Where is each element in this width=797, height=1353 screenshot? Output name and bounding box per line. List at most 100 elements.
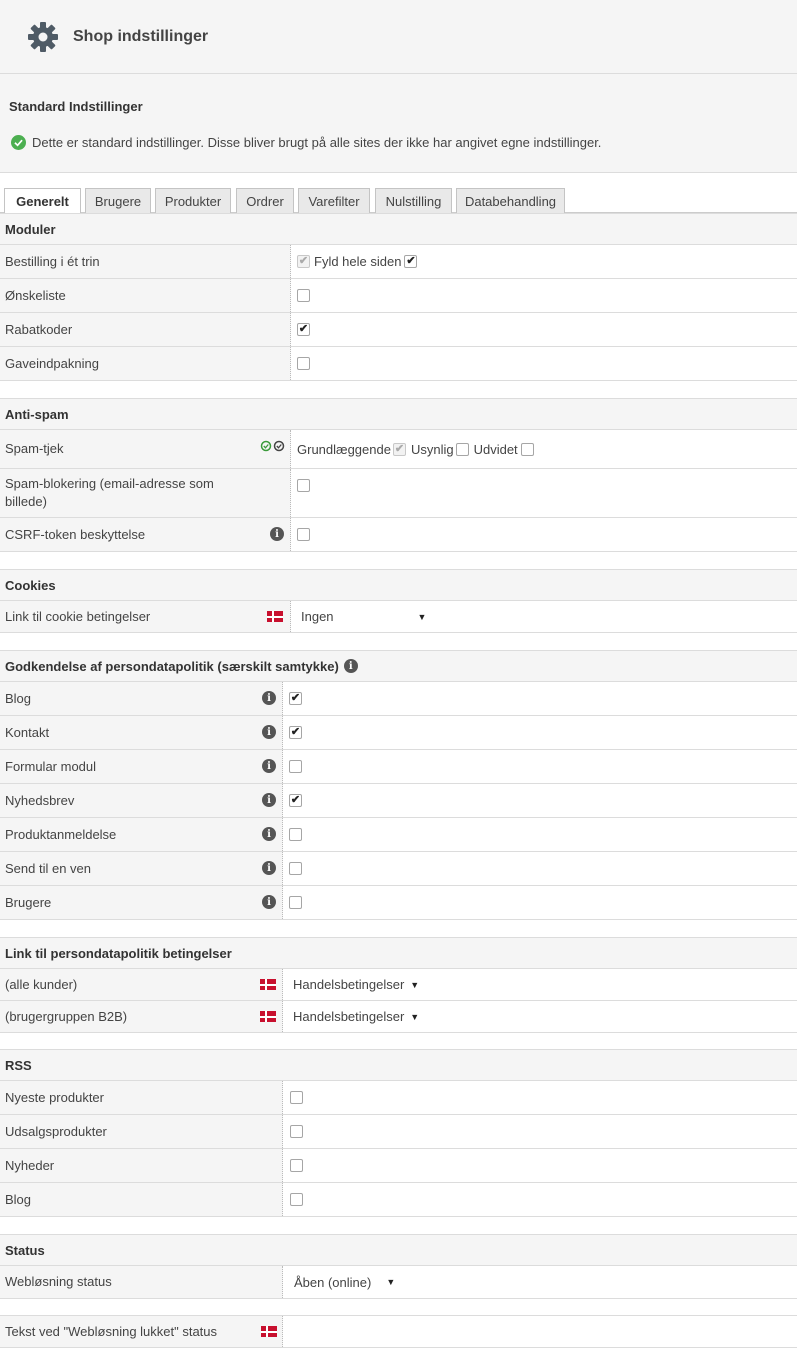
consent-checkbox[interactable] bbox=[289, 794, 302, 807]
consent-row: Brugere i bbox=[0, 886, 797, 920]
consent-row: Kontakt i bbox=[0, 716, 797, 750]
rss-news-checkbox[interactable] bbox=[290, 1159, 303, 1172]
setting-label: Blog bbox=[0, 682, 283, 715]
setting-row: Nyheder bbox=[0, 1149, 797, 1183]
tab-generelt[interactable]: Generelt bbox=[4, 188, 81, 214]
consent-row: Produktanmeldelse i bbox=[0, 818, 797, 852]
setting-row: Spam-blokering (email-adresse som billed… bbox=[0, 469, 797, 518]
section-title: Moduler bbox=[0, 213, 797, 245]
setting-row: Link til cookie betingelser Ingen ▼ bbox=[0, 601, 797, 633]
info-icon[interactable]: i bbox=[262, 725, 276, 739]
setting-row: CSRF-token beskyttelse i bbox=[0, 518, 797, 552]
fill-page-checkbox[interactable] bbox=[404, 255, 418, 268]
tab-nulstilling[interactable]: Nulstilling bbox=[375, 188, 452, 213]
section-rss: RSS Nyeste produkter Udsalgsprodukter Ny… bbox=[0, 1049, 797, 1217]
setting-label: CSRF-token beskyttelse bbox=[0, 518, 291, 551]
setting-label: Kontakt bbox=[0, 716, 283, 749]
rss-sale-checkbox[interactable] bbox=[290, 1125, 303, 1138]
info-icon[interactable]: i bbox=[343, 659, 358, 673]
check-circle-icon bbox=[11, 135, 26, 150]
email-image-checkbox[interactable] bbox=[297, 479, 310, 492]
consent-checkbox[interactable] bbox=[289, 862, 302, 875]
info-icon[interactable]: i bbox=[262, 759, 276, 773]
setting-label: Tekst ved "Webløsning lukket" status bbox=[0, 1316, 283, 1347]
spam-basic-checkbox[interactable] bbox=[392, 442, 406, 456]
section-title: Godkendelse af persondatapolitik (særski… bbox=[0, 650, 797, 682]
tab-varefilter[interactable]: Varefilter bbox=[298, 188, 370, 213]
spam-invisible-checkbox[interactable] bbox=[455, 442, 469, 456]
setting-label: Send til en ven bbox=[0, 852, 283, 885]
chevron-down-icon: ▼ bbox=[417, 611, 427, 622]
consent-list: BlogiKontaktiFormular moduliNyhedsbreviP… bbox=[0, 682, 797, 920]
select-value: Åben (online) bbox=[294, 1274, 372, 1290]
fill-page-label: Fyld hele siden bbox=[314, 254, 402, 269]
consent-checkbox[interactable] bbox=[289, 896, 302, 909]
store-status-select[interactable]: Åben (online) ▼ bbox=[294, 1266, 395, 1298]
tab-produkter[interactable]: Produkter bbox=[155, 188, 231, 213]
spam-option-label: Grundlæggende bbox=[297, 441, 391, 457]
tab-ordrer[interactable]: Ordrer bbox=[236, 188, 294, 213]
section-title: Anti-spam bbox=[0, 398, 797, 430]
chevron-down-icon: ▼ bbox=[410, 979, 420, 990]
consent-row: Formular modul i bbox=[0, 750, 797, 784]
section-privacy-link: Link til persondatapolitik betingelser (… bbox=[0, 937, 797, 1033]
info-icon[interactable]: i bbox=[270, 527, 284, 541]
setting-row: Ønskeliste bbox=[0, 279, 797, 313]
csrf-checkbox[interactable] bbox=[297, 528, 310, 541]
closed-status-text-input[interactable] bbox=[284, 1316, 797, 1347]
chevron-down-icon: ▼ bbox=[410, 1011, 420, 1022]
select-value: Handelsbetingelser bbox=[293, 1009, 405, 1024]
section-cookies: Cookies Link til cookie betingelser Inge… bbox=[0, 569, 797, 633]
section-title-text: Godkendelse af persondatapolitik (særski… bbox=[5, 658, 339, 674]
setting-row: (brugergruppen B2B) Handelsbetingelser ▼ bbox=[0, 1001, 797, 1033]
page-title: Shop indstillinger bbox=[73, 27, 209, 45]
consent-checkbox[interactable] bbox=[289, 726, 302, 739]
info-icon[interactable]: i bbox=[262, 861, 276, 875]
setting-row: Gaveindpakning bbox=[0, 347, 797, 381]
one-step-checkout-checkbox[interactable] bbox=[297, 255, 310, 268]
gift-wrap-checkbox[interactable] bbox=[297, 357, 310, 370]
setting-label: Udsalgsprodukter bbox=[0, 1115, 283, 1148]
cookie-link-select[interactable]: Ingen ▼ bbox=[301, 601, 426, 632]
section-title: Cookies bbox=[0, 569, 797, 601]
consent-checkbox[interactable] bbox=[289, 760, 302, 773]
page-header: Shop indstillinger bbox=[0, 0, 797, 74]
setting-row: Blog bbox=[0, 1183, 797, 1217]
setting-label: Formular modul bbox=[0, 750, 283, 783]
rss-blog-checkbox[interactable] bbox=[290, 1193, 303, 1206]
setting-row: Webløsning status Åben (online) ▼ bbox=[0, 1266, 797, 1299]
spam-extended-checkbox[interactable] bbox=[520, 442, 534, 456]
consent-checkbox[interactable] bbox=[289, 828, 302, 841]
setting-label: Webløsning status bbox=[0, 1266, 283, 1298]
info-icon[interactable]: i bbox=[262, 691, 276, 705]
setting-row: Udsalgsprodukter bbox=[0, 1115, 797, 1149]
tab-databehandling[interactable]: Databehandling bbox=[456, 188, 565, 213]
privacy-link-select-b2b[interactable]: Handelsbetingelser ▼ bbox=[293, 1001, 419, 1032]
danish-flag-icon bbox=[260, 1011, 276, 1022]
rss-newest-checkbox[interactable] bbox=[290, 1091, 303, 1104]
discount-codes-checkbox[interactable] bbox=[297, 323, 310, 336]
info-icon[interactable]: i bbox=[262, 793, 276, 807]
section-moduler: Moduler Bestilling i ét trin Fyld hele s… bbox=[0, 213, 797, 381]
spam-option-label: Udvidet bbox=[473, 441, 518, 457]
setting-row: Tekst ved "Webløsning lukket" status bbox=[0, 1316, 797, 1348]
privacy-link-select[interactable]: Handelsbetingelser ▼ bbox=[293, 969, 419, 1000]
setting-row: Spam-tjek Grundlæggende Usynlig Udvidet bbox=[0, 430, 797, 469]
select-value: Handelsbetingelser bbox=[293, 977, 405, 992]
wishlist-checkbox[interactable] bbox=[297, 289, 310, 302]
info-icon[interactable]: i bbox=[262, 827, 276, 841]
setting-label: Ønskeliste bbox=[0, 279, 291, 312]
setting-label: Gaveindpakning bbox=[0, 347, 291, 380]
tab-brugere[interactable]: Brugere bbox=[85, 188, 151, 213]
info-message: Dette er standard indstillinger. Disse b… bbox=[32, 135, 602, 150]
setting-row: (alle kunder) Handelsbetingelser ▼ bbox=[0, 969, 797, 1001]
section-title: Link til persondatapolitik betingelser bbox=[0, 937, 797, 969]
danish-flag-icon bbox=[260, 979, 276, 990]
consent-row: Nyhedsbrev i bbox=[0, 784, 797, 818]
consent-checkbox[interactable] bbox=[289, 692, 302, 705]
section-status-text: Tekst ved "Webløsning lukket" status bbox=[0, 1315, 797, 1348]
tab-bar: Generelt Brugere Produkter Ordrer Varefi… bbox=[0, 188, 797, 214]
status-ok-icon bbox=[260, 440, 285, 452]
setting-label: Spam-tjek bbox=[0, 430, 291, 468]
info-icon[interactable]: i bbox=[262, 895, 276, 909]
